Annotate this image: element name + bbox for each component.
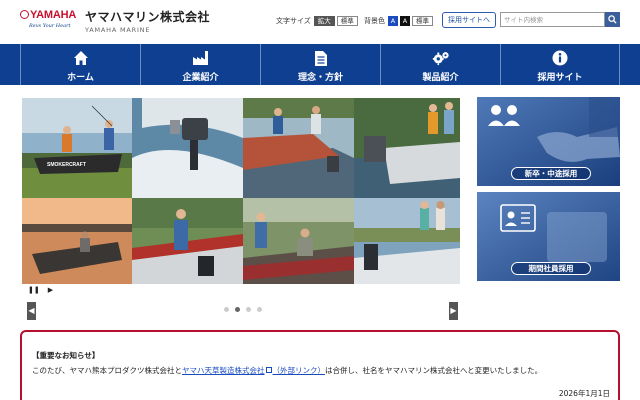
slider-next-button[interactable]: ▶ xyxy=(449,302,458,320)
site-header: YAMAHA Revs Your Heart ヤマハマリン株式会社 YAMAHA… xyxy=(0,0,640,44)
nav-item-company[interactable]: 企業紹介 xyxy=(140,44,260,85)
pause-button[interactable]: ❚❚ xyxy=(28,286,40,294)
hero-slider[interactable]: SMOKERCRAFT xyxy=(22,98,460,284)
important-notice: 【重要なお知らせ】 このたび、ヤマハ熊本プロダクツ株式会社とヤマハ天草製造株式会… xyxy=(20,330,620,400)
nav-label-recruit: 採用サイト xyxy=(537,73,583,83)
font-size-label: 文字サイズ xyxy=(276,17,311,25)
search-button[interactable] xyxy=(605,12,620,27)
slider-playback-controls: ❚❚ ▶ xyxy=(28,286,53,294)
nav-item-products[interactable]: 製品紹介 xyxy=(380,44,500,85)
info-icon xyxy=(551,49,569,67)
slider-dot[interactable] xyxy=(224,307,229,312)
photo-fishing-rods-boat xyxy=(243,198,354,284)
bg-color-label: 背景色 xyxy=(364,17,385,25)
global-nav: ホーム 企業紹介 理念・方針 製品紹介 採用サイト xyxy=(0,44,640,85)
nav-item-recruit[interactable]: 採用サイト xyxy=(500,44,620,85)
bg-color-standard-button[interactable]: 標準 xyxy=(412,16,433,26)
banner-label-seasonal: 期間社員採用 xyxy=(511,262,591,275)
document-icon xyxy=(312,49,330,67)
logo-text: YAMAHA xyxy=(30,9,77,21)
home-icon xyxy=(72,49,90,67)
notice-title: 【重要なお知らせ】 xyxy=(32,351,100,360)
yamaha-logo[interactable]: YAMAHA Revs Your Heart xyxy=(20,9,80,35)
notice-link-suffix: （外部リンク） xyxy=(272,366,326,375)
tuning-fork-icon xyxy=(20,10,29,19)
photo-angler-casting xyxy=(132,198,243,284)
logo-tagline: Revs Your Heart xyxy=(29,23,71,29)
banner-seasonal-recruit[interactable]: 期間社員採用 xyxy=(477,192,620,281)
photo-fishing-boat-marsh: SMOKERCRAFT xyxy=(22,98,132,198)
bg-color-blue-button[interactable]: A xyxy=(388,16,398,26)
slider-dot[interactable] xyxy=(257,307,262,312)
notice-body: このたび、ヤマハ熊本プロダクツ株式会社とヤマハ天草製造株式会社 （外部リンク）は合… xyxy=(32,365,608,376)
photo-sunset-boat xyxy=(22,198,132,284)
nav-label-company: 企業紹介 xyxy=(182,73,219,83)
nav-label-philosophy: 理念・方針 xyxy=(297,73,343,83)
external-link-icon xyxy=(265,367,272,373)
bg-color-black-button[interactable]: A xyxy=(400,16,410,26)
company-name-en: YAMAHA MARINE xyxy=(85,26,151,34)
gears-icon xyxy=(432,49,450,67)
boat-hull-text: SMOKERCRAFT xyxy=(47,162,86,168)
slider-pagination xyxy=(224,307,262,312)
search-icon xyxy=(608,15,617,24)
company-name: ヤマハマリン株式会社 xyxy=(85,10,211,24)
nav-label-products: 製品紹介 xyxy=(422,73,459,83)
recruit-site-button[interactable]: 採用サイトへ xyxy=(442,12,496,28)
nav-item-home[interactable]: ホーム xyxy=(20,44,140,85)
photo-boat-wood-deck xyxy=(243,98,354,198)
slider-dot[interactable] xyxy=(235,307,240,312)
notice-external-link[interactable]: ヤマハ天草製造株式会社 （外部リンク） xyxy=(182,366,325,375)
company-title[interactable]: ヤマハマリン株式会社 YAMAHA MARINE xyxy=(85,8,210,34)
photo-outboard-motor-wake xyxy=(132,98,243,198)
photo-couple-on-boat xyxy=(354,198,460,284)
notice-text-after: は合併し、社名をヤマハマリン株式会社へと変更いたしました。 xyxy=(325,366,543,375)
bg-color-controls: 背景色 A A 標準 xyxy=(364,16,435,26)
factory-icon xyxy=(192,49,210,67)
banner-new-grad-recruit[interactable]: 新卒・中途採用 xyxy=(477,97,620,186)
slider-dot[interactable] xyxy=(246,307,251,312)
play-button[interactable]: ▶ xyxy=(48,286,53,294)
banner-label-new-grad: 新卒・中途採用 xyxy=(511,167,591,180)
font-size-standard-button[interactable]: 標準 xyxy=(336,16,358,26)
notice-link-text: ヤマハ天草製造株式会社 xyxy=(182,366,265,375)
photo-family-boat xyxy=(354,98,460,198)
font-size-controls: 文字サイズ 拡大 標準 xyxy=(276,16,360,26)
notice-text-before: このたび、ヤマハ熊本プロダクツ株式会社と xyxy=(32,366,182,375)
site-search-input[interactable] xyxy=(500,12,605,27)
nav-item-philosophy[interactable]: 理念・方針 xyxy=(260,44,380,85)
notice-date: 2026年1月1日 xyxy=(558,389,610,398)
slider-prev-button[interactable]: ◀ xyxy=(27,302,36,320)
nav-label-home: ホーム xyxy=(67,73,94,83)
font-size-large-button[interactable]: 拡大 xyxy=(313,16,335,26)
